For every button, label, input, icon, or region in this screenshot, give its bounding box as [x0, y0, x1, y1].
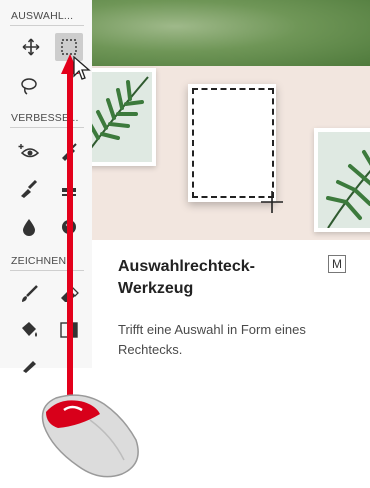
eraser-icon: [61, 286, 79, 302]
move-icon: [22, 38, 40, 56]
brush-tool[interactable]: [15, 280, 43, 308]
tool-tooltip: Auswahlrechteck-Werkzeug M Trifft eine A…: [92, 0, 370, 368]
rectangle-marquee-icon: [61, 39, 77, 55]
section-divider: [10, 25, 84, 26]
healing-brush-icon: [62, 143, 77, 161]
shortcut-key-badge: M: [328, 255, 346, 273]
pencil-tool[interactable]: [15, 350, 43, 378]
palm-leaf-icon: [92, 76, 149, 149]
spot-healing-tool[interactable]: [55, 137, 83, 165]
preview-foliage: [92, 0, 370, 66]
drop-icon: [23, 219, 35, 236]
paint-bucket-tool[interactable]: [15, 316, 43, 344]
red-eye-icon: [18, 144, 40, 158]
lasso-tool[interactable]: [15, 72, 43, 100]
red-eye-tool[interactable]: [15, 137, 43, 165]
section-divider: [10, 270, 84, 271]
section-label-select: AUSWAHL...: [11, 10, 74, 22]
gradient-icon: [60, 322, 78, 338]
paint-bucket-icon: [22, 322, 37, 337]
sponge-tool[interactable]: [55, 213, 83, 241]
stamp-icon: [62, 180, 76, 196]
tooltip-title: Auswahlrechteck-Werkzeug: [118, 258, 255, 297]
section-label-draw: ZEICHNEN: [11, 255, 67, 267]
eraser-tool[interactable]: [55, 280, 83, 308]
brush-icon: [22, 285, 38, 302]
smart-brush-tool[interactable]: [15, 174, 43, 202]
preview-photo-right: [314, 128, 370, 232]
mouse-icon: [41, 394, 139, 478]
section-divider: [10, 127, 84, 128]
section-label-enhance: VERBESSE...: [11, 112, 79, 124]
tooltip-preview-image: [92, 0, 370, 240]
smart-brush-icon: [21, 179, 38, 198]
gradient-tool[interactable]: [55, 316, 83, 344]
pointer-cursor-icon: [73, 56, 91, 80]
blur-tool[interactable]: [15, 213, 43, 241]
clone-stamp-tool[interactable]: [55, 174, 83, 202]
tooltip-description: Trifft eine Auswahl in Form eines Rechte…: [118, 322, 306, 357]
crosshair-cursor-icon: [261, 191, 283, 213]
lasso-icon: [21, 78, 37, 95]
sponge-icon: [62, 220, 76, 234]
palm-leaf-icon: [326, 150, 370, 229]
preview-photo-left: [92, 68, 156, 166]
pencil-icon: [23, 361, 36, 373]
selection-marquee: [192, 88, 274, 198]
move-tool[interactable]: [17, 33, 45, 61]
